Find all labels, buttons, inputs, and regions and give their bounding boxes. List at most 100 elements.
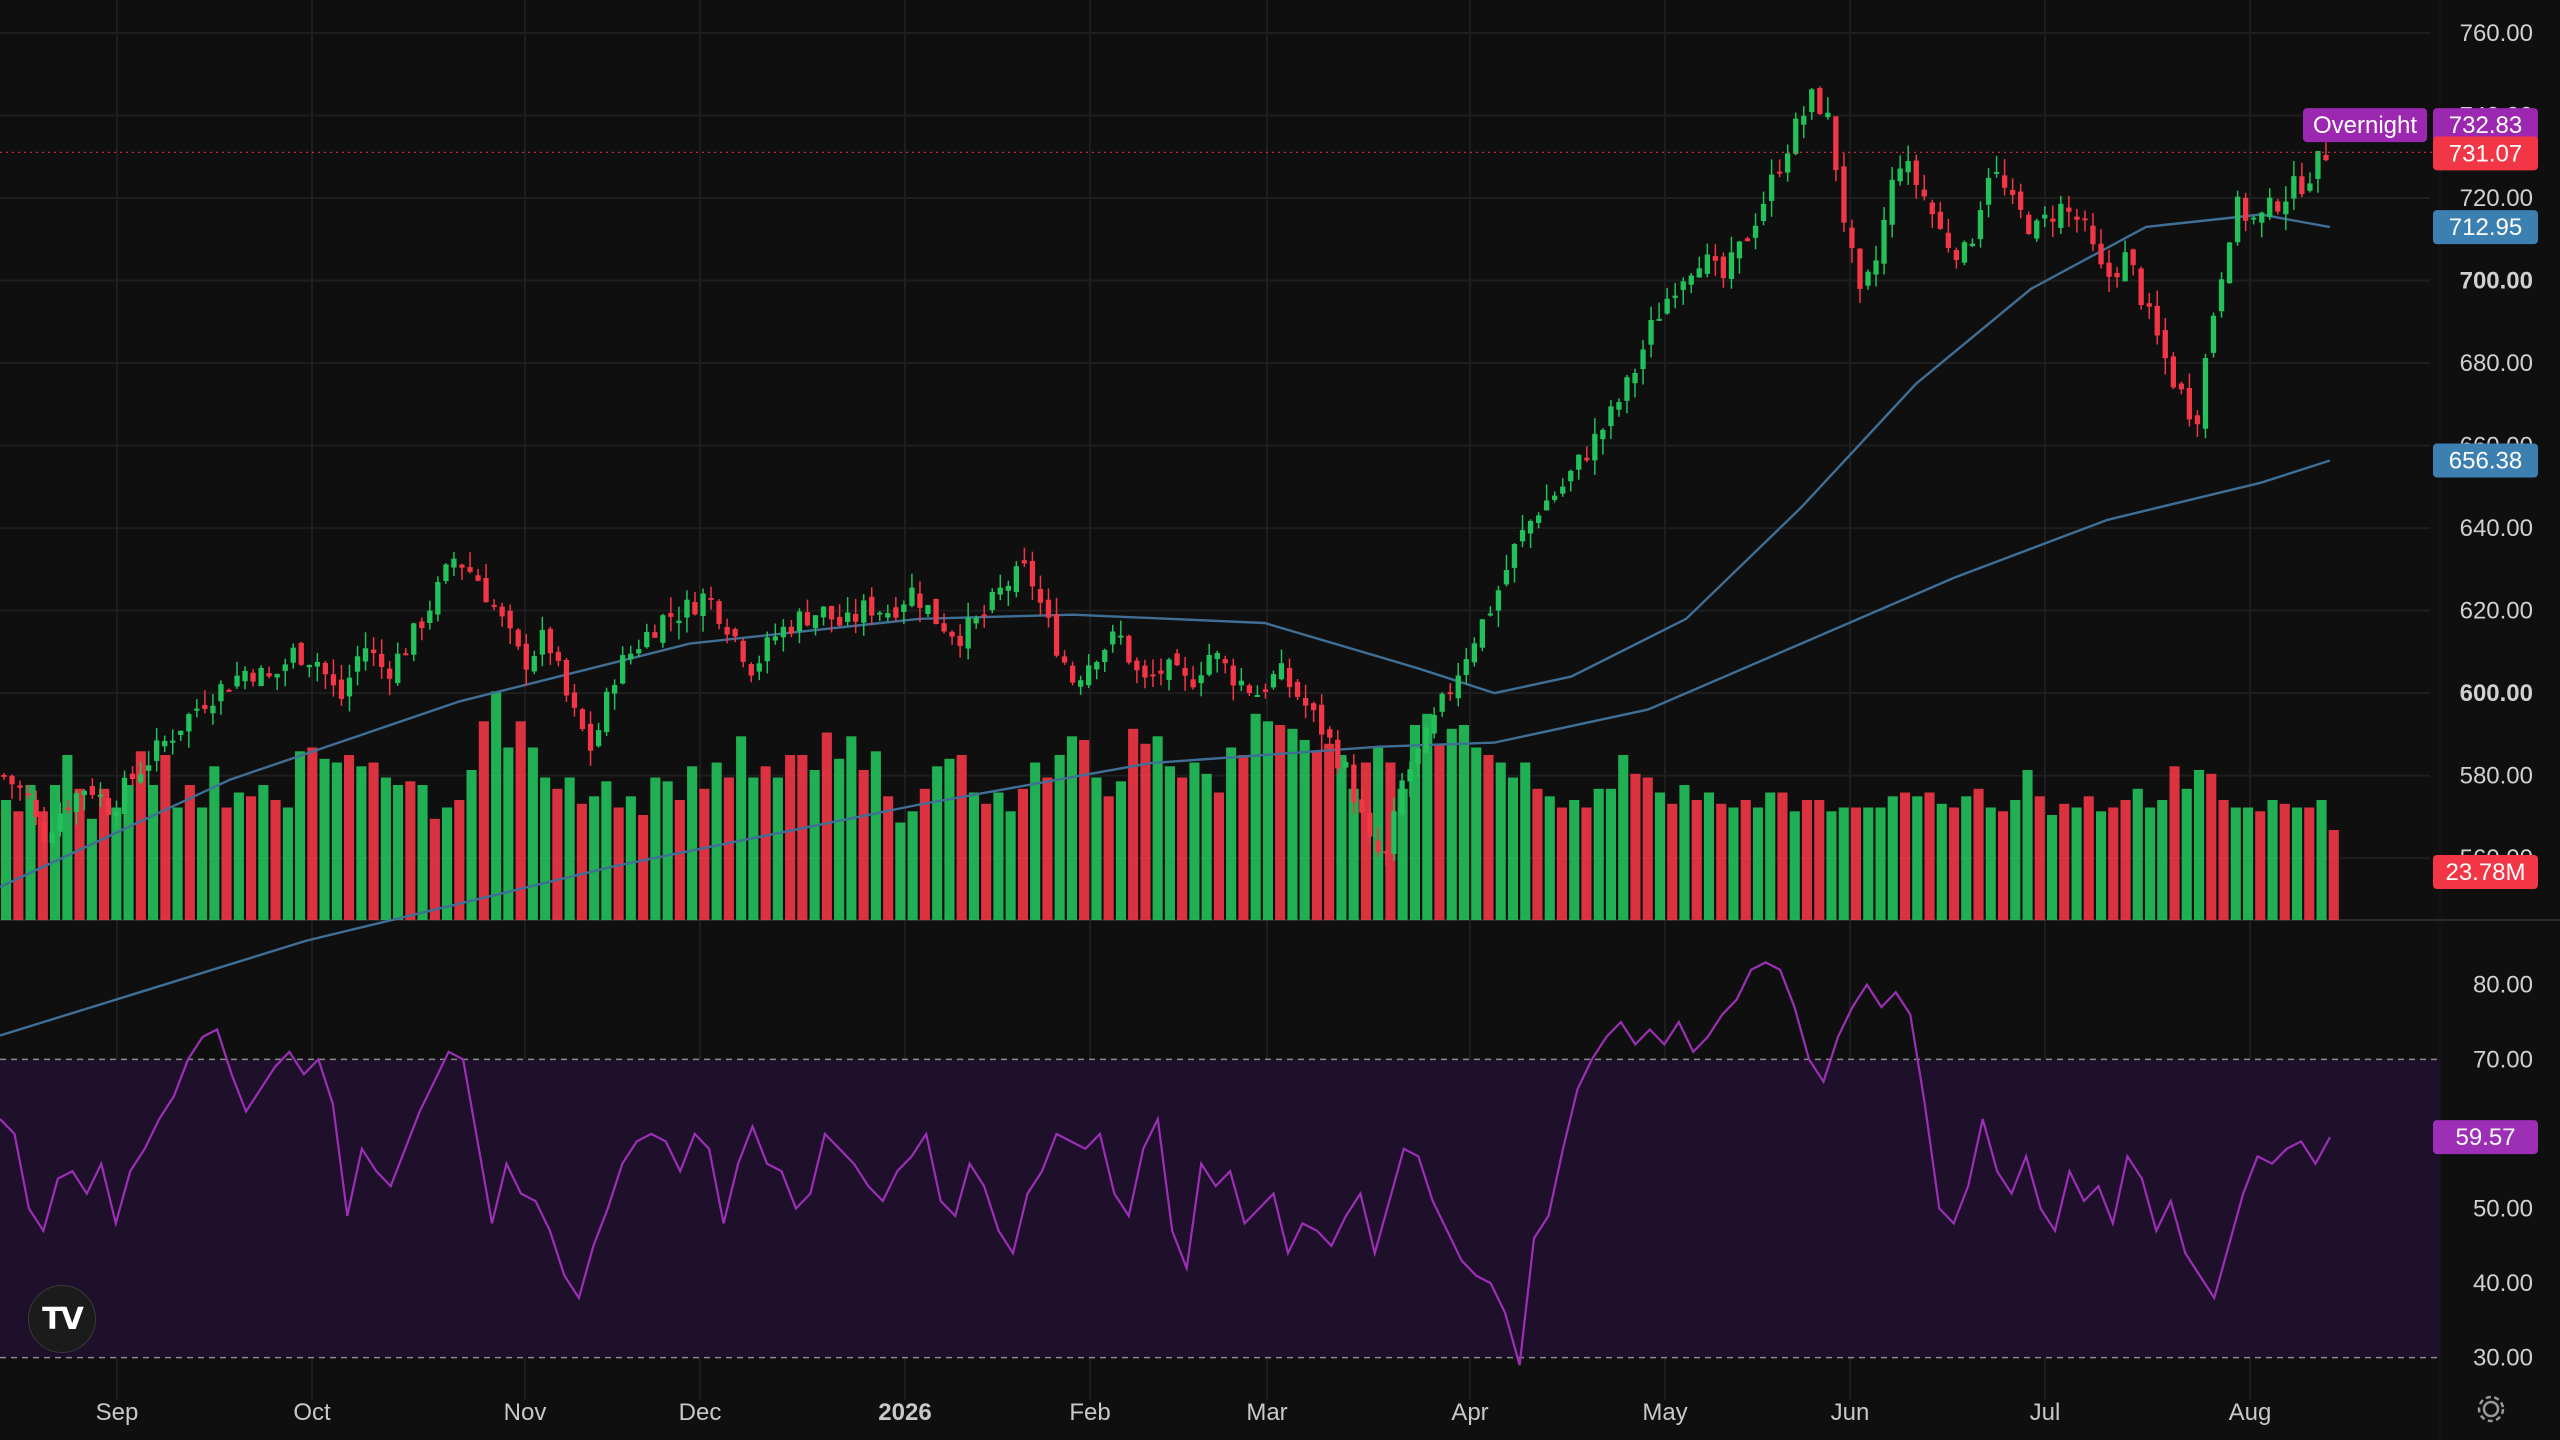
candle-body xyxy=(1817,88,1823,114)
candle-body xyxy=(1439,693,1445,712)
candle-body xyxy=(1849,227,1855,248)
volume-bar xyxy=(491,691,502,921)
tradingview-logo[interactable]: TV xyxy=(28,1285,96,1353)
volume-bar xyxy=(1520,762,1531,920)
volume-bar xyxy=(1201,773,1212,921)
volume-bar xyxy=(1605,788,1616,921)
candle-body xyxy=(467,567,473,572)
candle-body xyxy=(1704,254,1710,274)
candle-body xyxy=(1455,675,1461,699)
candle-body xyxy=(1367,812,1373,837)
volume-bar xyxy=(405,781,416,921)
candle-body xyxy=(555,651,561,661)
candle-body xyxy=(250,672,256,682)
candle-body xyxy=(515,629,521,647)
candle-body xyxy=(1174,653,1180,666)
candle-body xyxy=(1037,589,1044,603)
candle-body xyxy=(371,649,377,654)
volume-bar xyxy=(2218,800,2229,920)
volume-bar xyxy=(1716,803,1727,921)
overnight-label-badge-text: Overnight xyxy=(2313,112,2417,139)
candle-body xyxy=(1865,271,1871,286)
candle-body xyxy=(869,596,875,616)
candle-body xyxy=(2186,388,2192,420)
candle-body xyxy=(97,794,104,797)
volume-bar xyxy=(834,758,845,921)
candle-body xyxy=(1359,799,1365,813)
candle-body xyxy=(1503,570,1510,585)
volume-bar xyxy=(981,803,992,921)
candle-body xyxy=(853,613,859,622)
x-tick-label: Feb xyxy=(1069,1399,1110,1426)
candle-body xyxy=(1760,203,1767,221)
candle-body xyxy=(1053,614,1060,656)
candle-body xyxy=(579,709,586,729)
volume-bar xyxy=(1544,796,1555,921)
candle-body xyxy=(1680,281,1686,290)
candle-body xyxy=(1407,769,1413,782)
x-tick-label: Sep xyxy=(96,1399,139,1426)
volume-bar xyxy=(1752,807,1763,920)
candle-body xyxy=(764,637,770,662)
rsi-value-badge-group: 59.57 xyxy=(2433,1120,2538,1155)
candle-body xyxy=(885,613,891,618)
x-tick-label: Mar xyxy=(1246,1399,1287,1426)
candle-body xyxy=(925,605,931,614)
volume-bar xyxy=(589,796,600,921)
volume-bar xyxy=(1789,811,1800,921)
candle-body xyxy=(563,660,570,696)
candle-body xyxy=(1375,840,1381,852)
volume-bar xyxy=(1887,796,1898,921)
chart-canvas[interactable]: SepOctNovDec2026FebMarAprMayJunJulAug560… xyxy=(0,0,2560,1440)
candle-body xyxy=(1608,406,1614,426)
candle-body xyxy=(1801,115,1807,125)
candle-body xyxy=(845,612,851,622)
candle-body xyxy=(595,730,602,747)
candle-body xyxy=(539,630,545,655)
candle-body xyxy=(1270,674,1277,688)
volume-bar xyxy=(2194,770,2205,920)
ma-long-badge-text: 656.38 xyxy=(2449,447,2522,474)
volume-bar xyxy=(307,747,318,920)
y-tick-label: 580.00 xyxy=(2460,763,2533,790)
candle-body xyxy=(266,673,272,677)
candle-body xyxy=(274,673,280,678)
candle-body xyxy=(1431,714,1437,734)
candle-body xyxy=(1905,161,1911,173)
candle-body xyxy=(419,621,425,629)
candle-body xyxy=(2178,383,2184,390)
candle-body xyxy=(322,662,328,675)
gear-icon[interactable] xyxy=(2474,1392,2508,1426)
volume-bar xyxy=(2316,800,2327,920)
candle-body xyxy=(1736,241,1743,259)
rsi-tick-label: 30.00 xyxy=(2473,1345,2533,1372)
volume-bar xyxy=(2047,815,2058,920)
volume-bar xyxy=(797,755,808,920)
candle-body xyxy=(1897,168,1903,182)
volume-bar xyxy=(1458,725,1469,920)
volume-bar xyxy=(1949,807,1960,920)
volume-bar xyxy=(295,751,306,921)
candle-body xyxy=(1672,295,1678,298)
candle-body xyxy=(491,604,497,607)
candle-body xyxy=(531,656,537,672)
candle-body xyxy=(1118,635,1124,638)
volume-bar xyxy=(2267,800,2278,920)
candle-body xyxy=(2050,218,2056,222)
candle-body xyxy=(1969,243,1976,247)
rsi-tick-label: 40.00 xyxy=(2473,1270,2533,1297)
candle-body xyxy=(2267,197,2273,217)
candle-body xyxy=(547,628,553,654)
volume-bar xyxy=(1765,792,1776,920)
candle-body xyxy=(483,578,489,603)
volume-bar xyxy=(344,755,355,920)
candle-body xyxy=(379,653,385,667)
candle-body xyxy=(1246,685,1252,693)
candle-body xyxy=(1511,544,1518,568)
candle-body xyxy=(1624,377,1630,401)
volume-bar xyxy=(2169,766,2180,921)
candle-body xyxy=(1568,470,1574,482)
candle-body xyxy=(997,587,1003,595)
candle-body xyxy=(443,564,449,582)
volume-bar xyxy=(711,762,722,920)
